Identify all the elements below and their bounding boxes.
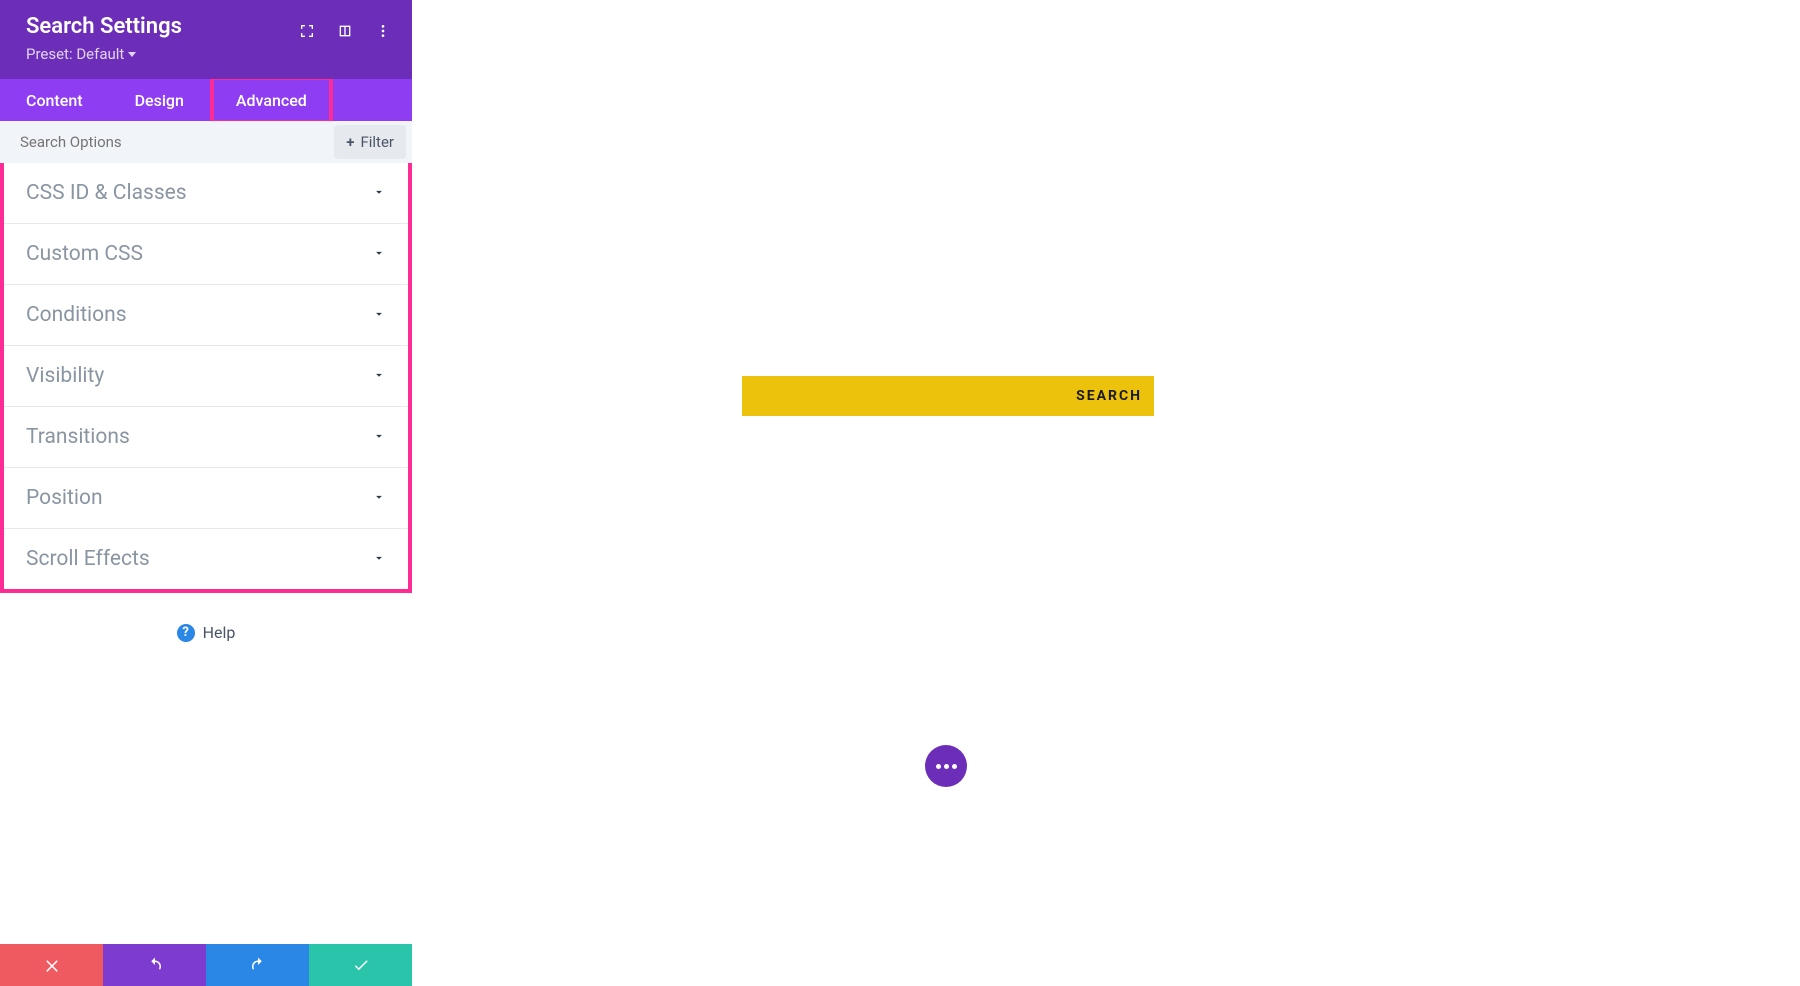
accordion-label: Position (26, 486, 103, 510)
help-label: Help (203, 623, 236, 642)
fab-more-button[interactable] (925, 745, 967, 787)
accordion-label: Custom CSS (26, 242, 143, 266)
accordion-list: CSS ID & Classes Custom CSS Conditions V… (0, 163, 412, 593)
header-icons (298, 22, 392, 40)
save-button[interactable] (309, 944, 412, 986)
accordion-label: Scroll Effects (26, 547, 150, 571)
chevron-down-icon (372, 550, 386, 569)
tab-content[interactable]: Content (0, 79, 109, 121)
chevron-down-icon (372, 428, 386, 447)
chevron-down-icon (372, 184, 386, 203)
search-widget[interactable]: SEARCH (742, 376, 1154, 416)
columns-icon[interactable] (336, 22, 354, 40)
preview-area (412, 0, 1800, 986)
tab-design[interactable]: Design (109, 79, 210, 121)
help-row[interactable]: ? Help (0, 593, 412, 660)
redo-button[interactable] (206, 944, 309, 986)
search-widget-label: SEARCH (1076, 388, 1142, 404)
chevron-down-icon (372, 489, 386, 508)
footer-bar (0, 944, 412, 986)
tabs-row: Content Design Advanced (0, 79, 412, 121)
accordion-label: CSS ID & Classes (26, 181, 187, 205)
plus-icon: + (346, 133, 354, 151)
help-icon: ? (177, 624, 195, 642)
undo-button[interactable] (103, 944, 206, 986)
preset-label: Preset: Default (26, 45, 124, 63)
accordion-visibility[interactable]: Visibility (4, 346, 408, 407)
accordion-custom-css[interactable]: Custom CSS (4, 224, 408, 285)
chevron-down-icon (372, 306, 386, 325)
chevron-down-icon (372, 367, 386, 386)
preset-dropdown[interactable]: Preset: Default (26, 45, 386, 63)
accordion-label: Transitions (26, 425, 130, 449)
more-icon[interactable] (374, 22, 392, 40)
expand-icon[interactable] (298, 22, 316, 40)
panel-header: Search Settings Preset: Default (0, 0, 412, 79)
more-dots-icon (936, 764, 957, 769)
chevron-down-icon (372, 245, 386, 264)
accordion-position[interactable]: Position (4, 468, 408, 529)
accordion-transitions[interactable]: Transitions (4, 407, 408, 468)
accordion-label: Visibility (26, 364, 104, 388)
search-options-row: + Filter (0, 121, 412, 163)
caret-down-icon (128, 52, 136, 57)
accordion-label: Conditions (26, 303, 127, 327)
filter-button[interactable]: + Filter (334, 125, 406, 159)
cancel-button[interactable] (0, 944, 103, 986)
settings-panel: Search Settings Preset: Default Content … (0, 0, 412, 812)
accordion-scroll-effects[interactable]: Scroll Effects (4, 529, 408, 589)
search-options-input[interactable] (0, 123, 334, 161)
accordion-css-id-classes[interactable]: CSS ID & Classes (4, 163, 408, 224)
tab-advanced[interactable]: Advanced (210, 76, 333, 124)
accordion-conditions[interactable]: Conditions (4, 285, 408, 346)
filter-label: Filter (360, 133, 394, 151)
